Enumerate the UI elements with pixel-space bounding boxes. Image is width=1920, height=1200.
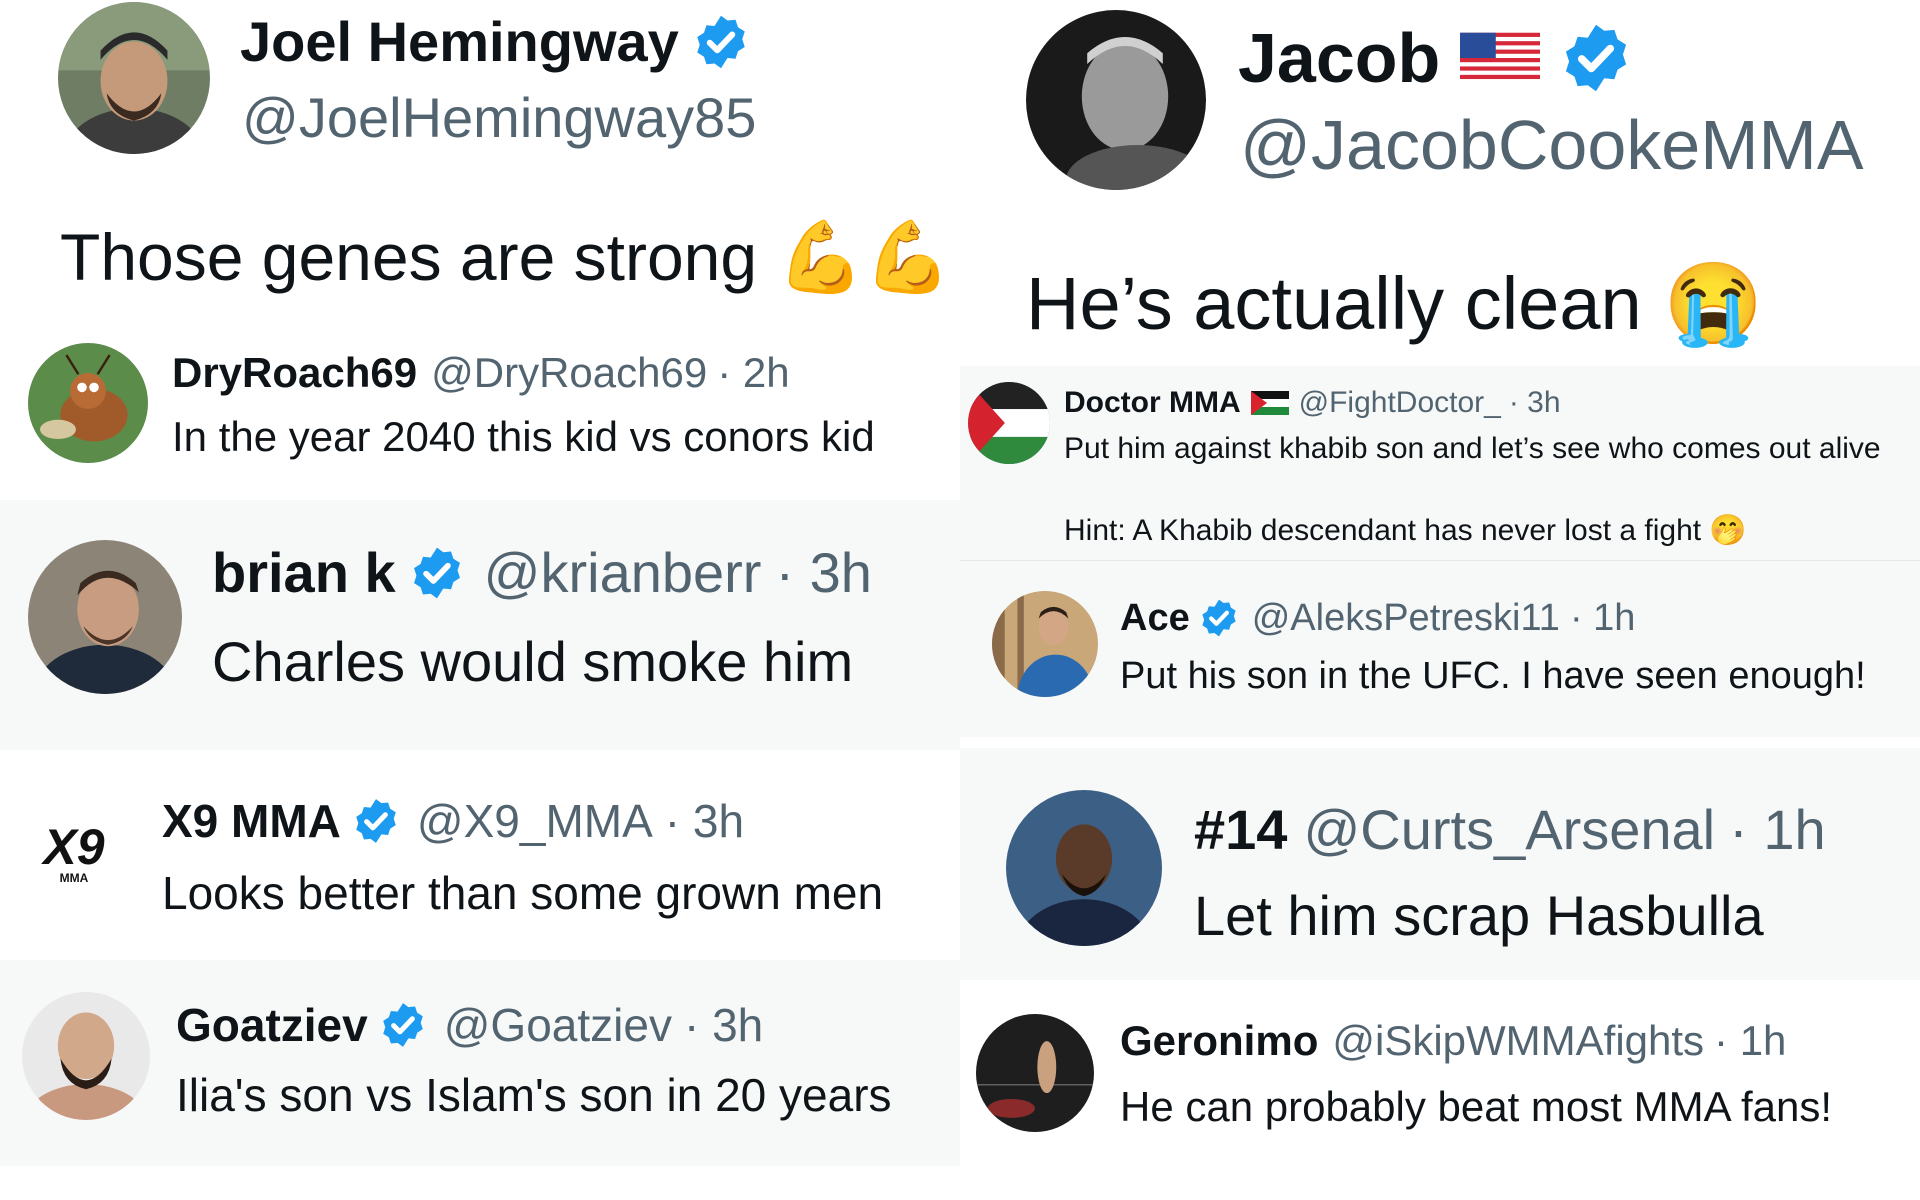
author-handle[interactable]: @AleksPetreski11 [1252, 599, 1560, 637]
avatar[interactable] [1026, 10, 1206, 190]
author-handle[interactable]: @X9_MMA [417, 798, 653, 844]
us-flag-icon [1460, 32, 1541, 84]
avatar[interactable] [28, 540, 182, 694]
avatar-photo-icon [22, 992, 150, 1120]
timestamp[interactable]: · 3h [665, 798, 744, 844]
reply-tweet[interactable]: X9 MMA X9 MMA @X9_MMA · 3h Looks better … [0, 750, 960, 960]
cartoon-roach-icon [28, 343, 148, 463]
crying-face-icon: 😭 [1663, 259, 1764, 348]
author-name[interactable]: Joel Hemingway [240, 14, 679, 70]
avatar[interactable] [1006, 790, 1162, 946]
author-handle[interactable]: @krianberr [484, 545, 762, 601]
avatar-photo-icon [976, 1014, 1094, 1132]
timestamp[interactable]: · 2h [717, 352, 789, 394]
reply-text: Let him scrap Hasbulla [1194, 884, 1764, 947]
reply-tweet[interactable]: Ace @AleksPetreski11 · 1h Put his son in… [960, 560, 1920, 737]
tweet-text: He’s actually clean [1026, 262, 1642, 345]
reply-text: Charles would smoke him [212, 630, 854, 693]
author-handle[interactable]: @FightDoctor_ [1299, 388, 1501, 418]
avatar[interactable] [976, 1014, 1094, 1132]
timestamp[interactable]: · 3h [1509, 388, 1561, 418]
avatar[interactable] [58, 2, 210, 154]
avatar-photo-icon [1006, 790, 1162, 946]
reply-tweet[interactable]: Doctor MMA @FightDoctor_ · 3h Put him ag… [960, 366, 1920, 560]
x9-logo-icon: X9 MMA [43, 819, 105, 885]
author-name[interactable]: Geronimo [1120, 1020, 1318, 1062]
avatar-photo-icon [992, 591, 1098, 697]
avatar-photo-icon [1026, 10, 1206, 190]
author-name[interactable]: Ace [1120, 599, 1190, 637]
reply-tweet[interactable]: DryRoach69 @DryRoach69 · 2h In the year … [0, 340, 960, 500]
left-main-tweet: Joel Hemingway @JoelHemingway85 Those ge… [0, 0, 960, 340]
avatar[interactable]: X9 MMA [14, 792, 134, 912]
author-name[interactable]: Jacob [1238, 23, 1440, 93]
author-handle[interactable]: @JoelHemingway85 [242, 90, 756, 146]
reply-text: In the year 2040 this kid vs conors kid [172, 413, 875, 460]
author-handle[interactable]: @Goatziev [444, 1002, 672, 1048]
timestamp[interactable]: · 3h [684, 1002, 763, 1048]
face-with-hand-over-mouth-icon: 🤭 [1709, 514, 1747, 547]
avatar[interactable] [992, 591, 1098, 697]
verified-badge-icon [413, 547, 460, 599]
reply-tweet[interactable]: Goatziev @Goatziev · 3h Ilia's son vs Is… [0, 960, 960, 1166]
author-name[interactable]: X9 MMA [162, 798, 341, 844]
reply-text: Put his son in the UFC. I have seen enou… [1120, 655, 1866, 697]
reply-tweet[interactable]: Geronimo @iSkipWMMAfights · 1h He can pr… [960, 980, 1920, 1166]
flexed-biceps-icon: 💪💪 [777, 218, 952, 296]
avatar[interactable] [28, 343, 148, 463]
author-handle[interactable]: @iSkipWMMAfights [1332, 1020, 1704, 1062]
timestamp[interactable]: · 1h [1714, 1020, 1786, 1062]
palestine-flag-icon [1250, 391, 1289, 415]
verified-badge-icon [697, 15, 745, 69]
author-handle[interactable]: @JacobCookeMMA [1240, 110, 1864, 180]
avatar-photo-icon [28, 540, 182, 694]
timestamp[interactable]: · 1h [1570, 599, 1635, 637]
verified-badge-icon [356, 799, 396, 843]
author-name[interactable]: Goatziev [176, 1002, 368, 1048]
reply-tweet[interactable]: #14 @Curts_Arsenal · 1h Let him scrap Ha… [960, 748, 1920, 980]
author-name[interactable]: brian k [212, 545, 396, 601]
author-handle[interactable]: @Curts_Arsenal [1303, 802, 1715, 858]
tweet-text: Those genes are strong [60, 220, 758, 294]
verified-badge-icon [1202, 599, 1236, 637]
reply-text: He can probably beat most MMA fans! [1120, 1083, 1833, 1130]
author-name[interactable]: #14 [1194, 802, 1287, 858]
avatar-flag-globe-icon [968, 382, 1050, 464]
avatar[interactable] [22, 992, 150, 1120]
reply-text: Put him against khabib son and let’s see… [1064, 432, 1881, 465]
timestamp[interactable]: · 1h [1729, 802, 1826, 858]
avatar[interactable] [968, 382, 1050, 464]
verified-badge-icon [1566, 24, 1627, 92]
author-name[interactable]: DryRoach69 [172, 352, 417, 394]
author-name[interactable]: Doctor MMA [1064, 388, 1241, 418]
reply-text: Ilia's son vs Islam's son in 20 years [176, 1069, 892, 1121]
verified-badge-icon [382, 1003, 423, 1047]
right-main-tweet: Jacob @JacobCookeMMA He’s actually clean… [960, 0, 1920, 366]
reply-text: Looks better than some grown men [162, 867, 884, 919]
author-handle[interactable]: @DryRoach69 [431, 352, 707, 394]
avatar-photo-icon [58, 2, 210, 154]
timestamp[interactable]: · 3h [775, 545, 872, 601]
reply-tweet[interactable]: brian k @krianberr · 3h Charles would sm… [0, 500, 960, 750]
reply-text-line-2: Hint: A Khabib descendant has never lost… [1064, 514, 1702, 547]
